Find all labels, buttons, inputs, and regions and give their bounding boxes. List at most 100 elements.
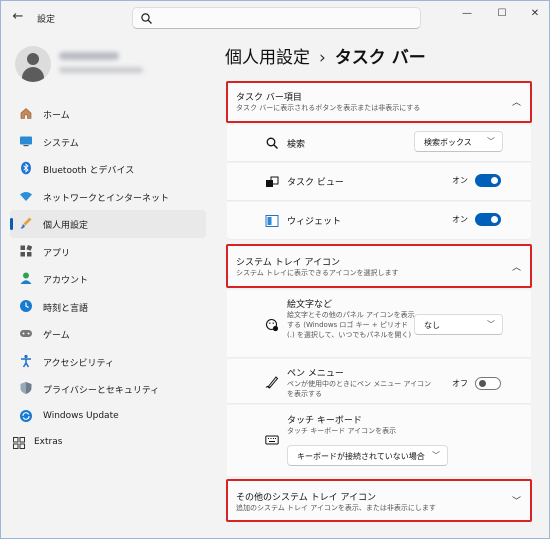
accessibility-icon (21, 354, 31, 367)
search-icon (266, 137, 278, 149)
section-subtitle: 追加のシステム トレイ アイコンを表示、または非表示にします (236, 504, 436, 512)
sidebar-item-label: プライバシーとセキュリティ (43, 386, 160, 396)
system-icon (20, 136, 32, 146)
sidebar-item-time-language[interactable]: 時刻と言語 (10, 293, 206, 321)
sidebar-item-label: Windows Update (43, 410, 119, 421)
sidebar-item-accessibility[interactable]: アクセシビリティ (10, 348, 206, 376)
sidebar-item-apps[interactable]: アプリ (10, 238, 206, 266)
taskbar-items-section-header[interactable]: タスク バー項目 タスク バーに表示されるボタンを表示または非表示にする ︿ (226, 81, 532, 123)
task-view-icon (266, 176, 279, 187)
toggle-state-label: オン (452, 176, 468, 185)
sidebar-item-privacy-security[interactable]: プライバシーとセキュリティ (10, 375, 206, 403)
setting-row-task-view: タスク ビュー オン (227, 163, 531, 201)
sidebar-item-accounts[interactable]: アカウント (10, 265, 206, 293)
section-title: その他のシステム トレイ アイコン (236, 493, 377, 503)
sidebar-item-label: アプリ (43, 248, 71, 259)
task-view-toggle[interactable] (475, 174, 501, 187)
bluetooth-icon (21, 161, 31, 175)
sidebar-item-label: アカウント (43, 276, 89, 286)
sidebar-item-system[interactable]: システム (10, 128, 206, 156)
setting-label: 絵文字など (287, 300, 333, 310)
user-name-redacted (59, 52, 119, 60)
gamepad-icon (20, 330, 32, 337)
app-title: 設定 (37, 15, 56, 25)
setting-row-emoji: 絵文字など 絵文字とその他のパネル アイコンを表示する (Windows ロゴ … (227, 290, 531, 358)
chevron-down-icon: ﹀ (511, 497, 521, 507)
home-icon (20, 108, 32, 119)
sidebar-item-label: Bluetooth とデバイス (43, 166, 135, 176)
sidebar-item-bluetooth[interactable]: Bluetooth とデバイス (10, 155, 206, 183)
touch-keyboard-dropdown[interactable]: キーボードが接続されていない場合 ﹀ (287, 445, 448, 466)
chevron-down-icon: ﹀ (487, 137, 495, 146)
breadcrumb-parent[interactable]: 個人用設定 (225, 48, 310, 68)
shield-icon (20, 382, 32, 394)
chevron-down-icon: ﹀ (487, 320, 495, 329)
sidebar-item-label: ホーム (43, 111, 70, 121)
sidebar-item-network[interactable]: ネットワークとインターネット (10, 183, 206, 211)
user-profile[interactable] (15, 46, 205, 82)
search-mode-dropdown[interactable]: 検索ボックス ﹀ (414, 131, 503, 152)
keyboard-icon (265, 435, 279, 445)
section-subtitle: タスク バーに表示されるボタンを表示または非表示にする (236, 104, 421, 112)
dropdown-value: キーボードが接続されていない場合 (297, 452, 425, 461)
sidebar-item-home[interactable]: ホーム (10, 100, 206, 128)
setting-description: 絵文字とその他のパネル アイコンを表示する (Windows ロゴ キー + ピ… (287, 311, 415, 339)
setting-label: タスク ビュー (287, 178, 344, 188)
setting-description: ペンが使用中のときにペン メニュー アイコンを表示する (287, 380, 432, 398)
sidebar-item-extras[interactable]: Extras (12, 434, 162, 452)
setting-description: タッチ キーボード アイコンを表示 (287, 427, 397, 435)
avatar (15, 46, 51, 82)
setting-row-pen-menu: ペン メニュー ペンが使用中のときにペン メニュー アイコンを表示する オフ (227, 359, 531, 404)
breadcrumb: 個人用設定 › タスク バー (225, 43, 426, 68)
sidebar-item-label: アクセシビリティ (43, 358, 115, 369)
setting-row-touch-keyboard: タッチ キーボード タッチ キーボード アイコンを表示 キーボードが接続されてい… (227, 405, 531, 476)
wifi-icon (20, 191, 32, 201)
account-icon (20, 272, 32, 284)
breadcrumb-separator: › (319, 48, 326, 68)
dropdown-value: なし (424, 321, 440, 330)
setting-row-search: 検索 検索ボックス ﹀ (227, 125, 531, 162)
user-email-redacted (59, 67, 143, 73)
windows-update-icon (20, 409, 32, 422)
other-tray-section-header[interactable]: その他のシステム トレイ アイコン 追加のシステム トレイ アイコンを表示、また… (226, 479, 532, 522)
section-subtitle: システム トレイに表示できるアイコンを選択します (236, 269, 399, 277)
sidebar-item-label: 時刻と言語 (43, 303, 89, 314)
pen-menu-toggle[interactable] (475, 377, 501, 390)
page-title: タスク バー (334, 48, 426, 68)
sidebar-nav: ホーム システム Bluetooth とデバイス ネットワークとインターネット … (1, 100, 211, 430)
widgets-toggle[interactable] (475, 213, 501, 226)
maximize-button[interactable]: ☐ (492, 6, 512, 22)
setting-label: タッチ キーボード (287, 416, 362, 426)
sidebar-item-label: システム (43, 138, 79, 149)
emoji-dropdown[interactable]: なし ﹀ (414, 314, 503, 335)
sidebar-item-windows-update[interactable]: Windows Update (10, 403, 206, 431)
system-tray-section-header[interactable]: システム トレイ アイコン システム トレイに表示できるアイコンを選択します ︿ (226, 244, 532, 288)
setting-label: 検索 (287, 140, 306, 150)
chevron-down-icon: ﹀ (432, 451, 440, 460)
chevron-up-icon: ︿ (511, 263, 521, 273)
dropdown-value: 検索ボックス (424, 138, 472, 147)
chevron-up-icon: ︿ (511, 98, 521, 108)
section-title: タスク バー項目 (236, 93, 302, 103)
brush-icon (20, 217, 32, 229)
sidebar-item-personalization[interactable]: 個人用設定 (10, 210, 206, 238)
search-icon (141, 13, 152, 24)
toggle-state-label: オン (452, 215, 468, 224)
sidebar-item-label: ネットワークとインターネット (43, 193, 170, 204)
sidebar-item-label: ゲーム (43, 331, 70, 341)
sidebar-item-label: 個人用設定 (43, 221, 89, 231)
apps-icon (20, 244, 33, 256)
pen-icon (265, 376, 279, 389)
back-button[interactable]: ← (9, 8, 27, 26)
sidebar-item-gaming[interactable]: ゲーム (10, 320, 206, 348)
widgets-icon (265, 215, 279, 227)
search-input[interactable] (132, 7, 421, 29)
section-title: システム トレイ アイコン (236, 258, 341, 268)
minimize-button[interactable]: — (457, 6, 477, 22)
close-button[interactable]: ✕ (525, 6, 545, 22)
settings-window: ← 設定 — ☐ ✕ ホーム システム Bluetooth とデバイス ネットワ… (0, 0, 550, 539)
extras-icon (13, 437, 25, 449)
emoji-icon (265, 318, 279, 332)
title-bar: ← 設定 — ☐ ✕ (1, 1, 549, 33)
setting-row-widgets: ウィジェット オン (227, 202, 531, 240)
